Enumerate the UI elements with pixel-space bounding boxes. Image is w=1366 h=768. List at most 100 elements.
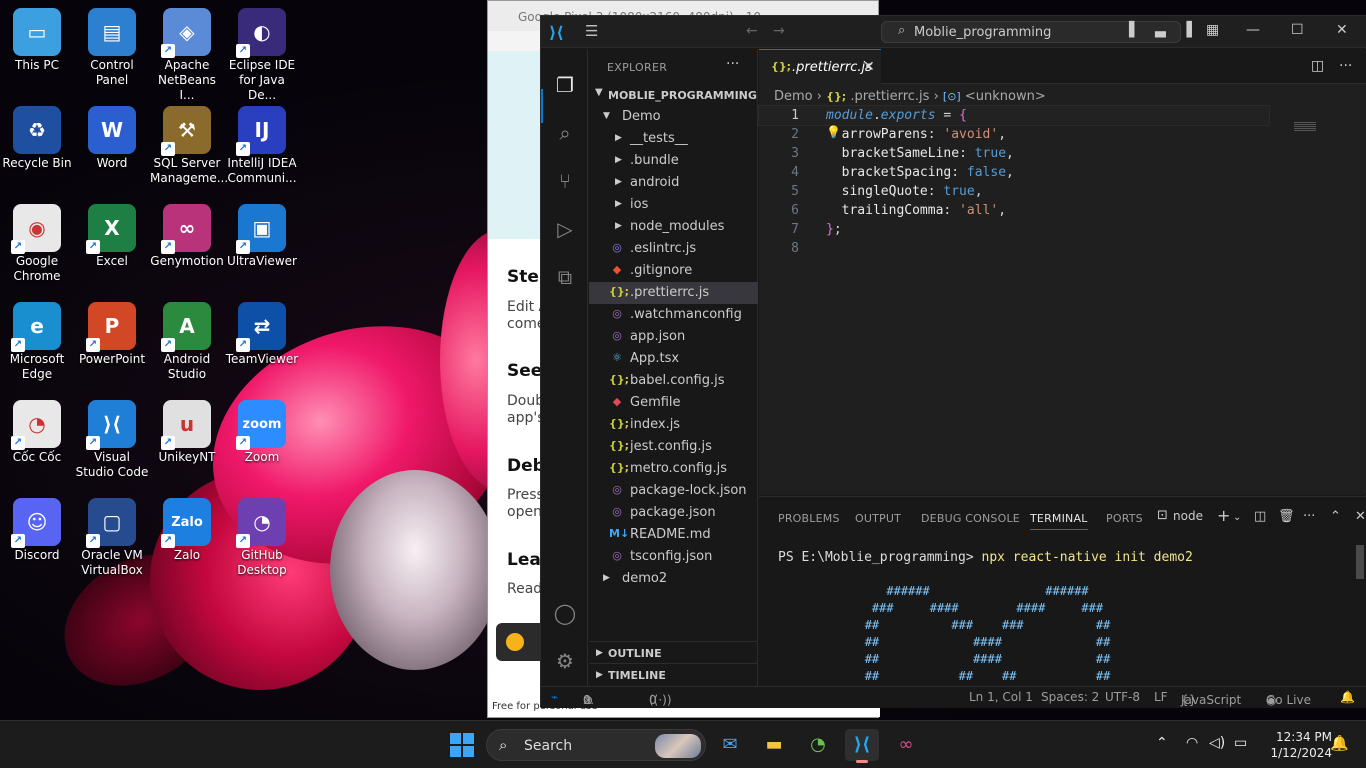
minimize-icon[interactable]: — — [1246, 22, 1260, 38]
wifi-icon[interactable]: ◠ — [1186, 735, 1198, 751]
split-terminal-icon[interactable]: ◫ — [1254, 509, 1266, 524]
project-root[interactable]: ▼ MOBLIE_PROGRAMMING — [589, 84, 758, 106]
notifications-icon[interactable]: 🔔 — [1340, 690, 1355, 704]
desktop-shortcut[interactable]: W Word — [75, 98, 149, 171]
desktop-shortcut[interactable]: ⇄ ↗ TeamViewer — [225, 294, 299, 367]
panel-tab-problems[interactable]: PROBLEMS — [778, 512, 840, 525]
tree-file[interactable]: {}; jest.config.js — [589, 436, 758, 458]
explorer-icon[interactable]: ❐ — [552, 73, 578, 99]
back-arrow-icon[interactable]: ← — [746, 23, 758, 39]
code-line[interactable]: 5 singleQuote: true, — [759, 182, 1366, 201]
outline-section[interactable]: ▶ OUTLINE — [589, 641, 758, 663]
desktop-shortcut[interactable]: ▭ This PC — [0, 0, 74, 73]
close-panel-icon[interactable]: ✕ — [1355, 509, 1366, 524]
menu-icon[interactable]: ☰ — [585, 22, 598, 40]
desktop-shortcut[interactable]: ♻ Recycle Bin — [0, 98, 74, 171]
desktop-shortcut[interactable]: ▣ ↗ UltraViewer — [225, 196, 299, 269]
tree-file[interactable]: {}; index.js — [589, 414, 758, 436]
tree-file[interactable]: {}; .prettierrc.js — [589, 282, 758, 304]
tree-file[interactable]: ◎ .watchmanconfig — [589, 304, 758, 326]
desktop-shortcut[interactable]: X ↗ Excel — [75, 196, 149, 269]
more-actions-icon[interactable]: ··· — [726, 56, 739, 72]
tree-file[interactable]: ◆ .gitignore — [589, 260, 758, 282]
desktop-shortcut[interactable]: ▤ Control Panel — [75, 0, 149, 88]
genymotion-icon[interactable]: ∞ — [889, 729, 923, 761]
toggle-sidebar-icon[interactable]: ▌ — [1129, 22, 1140, 38]
terminal-name[interactable]: node — [1173, 509, 1203, 523]
chevron-down-icon[interactable]: ⌄ — [1233, 512, 1241, 523]
indentation[interactable]: Spaces: 2 — [1041, 690, 1099, 704]
terminal-output[interactable]: PS E:\Moblie_programming> npx react-nati… — [778, 550, 1358, 685]
desktop-shortcut[interactable]: ◈ ↗ Apache NetBeans I... — [150, 0, 224, 103]
maximize-icon[interactable]: ☐ — [1291, 22, 1304, 38]
close-tab-icon[interactable]: ✕ — [863, 59, 875, 75]
maximize-panel-icon[interactable]: ⌃ — [1330, 509, 1341, 524]
taskbar-search[interactable]: ⌕ Search — [486, 729, 706, 761]
terminal-scrollbar[interactable] — [1356, 545, 1364, 579]
code-editor[interactable]: 1 module.exports = {2 arrowParens: 'avoid… — [758, 105, 1366, 258]
customize-layout-icon[interactable]: ▦ — [1206, 22, 1219, 38]
remote-icon[interactable]: ⌁ — [551, 690, 558, 704]
panel-tab-terminal[interactable]: TERMINAL — [1030, 512, 1088, 530]
cursor-position[interactable]: Ln 1, Col 1 — [969, 690, 1033, 704]
desktop-shortcut[interactable]: ◉ ↗ Google Chrome — [0, 196, 74, 284]
desktop-shortcut[interactable]: ▢ ↗ Oracle VM VirtualBox — [75, 490, 149, 578]
new-terminal-icon[interactable]: + — [1217, 506, 1230, 525]
speaker-icon[interactable]: ◁) — [1209, 735, 1225, 751]
account-icon[interactable]: ◯ — [552, 601, 578, 627]
more-actions-icon[interactable]: ··· — [1339, 58, 1352, 74]
close-icon[interactable]: ✕ — [1336, 22, 1348, 38]
panel-tab-debug-console[interactable]: DEBUG CONSOLE — [921, 512, 1020, 525]
desktop-shortcut[interactable]: A ↗ Android Studio — [150, 294, 224, 382]
code-line[interactable]: 3 bracketSameLine: true, — [759, 144, 1366, 163]
toggle-secondary-sidebar-icon[interactable]: ▐ — [1181, 22, 1192, 38]
panel-tab-ports[interactable]: PORTS — [1106, 512, 1143, 525]
panel-tab-output[interactable]: OUTPUT — [855, 512, 901, 525]
desktop-shortcut[interactable]: P ↗ PowerPoint — [75, 294, 149, 367]
line-ending[interactable]: LF — [1154, 690, 1168, 704]
start-button[interactable] — [450, 733, 474, 757]
desktop-shortcut[interactable]: e ↗ Microsoft Edge — [0, 294, 74, 382]
desktop-shortcut[interactable]: ◔ ↗ Cốc Cốc — [0, 392, 74, 465]
code-line[interactable]: 6 trailingComma: 'all', — [759, 201, 1366, 220]
toggle-panel-icon[interactable]: ▃ — [1155, 22, 1166, 38]
desktop-shortcut[interactable]: u ↗ UnikeyNT — [150, 392, 224, 465]
tree-file[interactable]: {}; metro.config.js — [589, 458, 758, 480]
tree-file[interactable]: ◎ package-lock.json — [589, 480, 758, 502]
code-line[interactable]: 2 arrowParens: 'avoid', 💡 — [759, 125, 1366, 144]
desktop-shortcut[interactable]: zoom ↗ Zoom — [225, 392, 299, 465]
notification-bell-icon[interactable]: 🔔 — [1330, 734, 1349, 752]
mail-icon[interactable]: ✉ — [713, 729, 747, 761]
tree-file[interactable]: ◎ tsconfig.json — [589, 546, 758, 568]
desktop-shortcut[interactable]: ⟩⟨ ↗ Visual Studio Code — [75, 392, 149, 480]
tree-file[interactable]: ⚛ App.tsx — [589, 348, 758, 370]
minimap[interactable] — [1294, 122, 1316, 132]
breadcrumb-file[interactable]: .prettierrc.js — [850, 89, 929, 104]
desktop-shortcut[interactable]: ◔ ↗ GitHub Desktop — [225, 490, 299, 578]
tree-folder[interactable]: ▶ node_modules — [589, 216, 758, 238]
desktop-shortcut[interactable]: ∞ ↗ Genymotion — [150, 196, 224, 269]
tree-folder[interactable]: ▼ Demo — [589, 106, 758, 128]
tree-file[interactable]: ◆ Gemfile — [589, 392, 758, 414]
run-debug-icon[interactable]: ▷ — [552, 217, 578, 243]
clock[interactable]: 12:34 PM 1/12/2024 — [1262, 729, 1332, 761]
tree-file[interactable]: {}; babel.config.js — [589, 370, 758, 392]
coccoc-icon[interactable]: ◔ — [801, 729, 835, 761]
breadcrumb-symbol[interactable]: <unknown> — [965, 89, 1046, 104]
editor-area[interactable]: {}; .prettierrc.js ✕ ◫ ··· Demo › {}; .p… — [758, 49, 1366, 495]
extensions-icon[interactable]: ⧉ — [552, 265, 578, 291]
desktop-shortcut[interactable]: ⚒ ↗ SQL Server Manageme... — [150, 98, 228, 186]
tree-file[interactable]: M↓ README.md — [589, 524, 758, 546]
tree-folder[interactable]: ▶ demo2 — [589, 568, 758, 590]
search-icon[interactable]: ⌕ — [552, 121, 578, 147]
tree-file[interactable]: ◎ .eslintrc.js — [589, 238, 758, 260]
tree-file[interactable]: ◎ package.json — [589, 502, 758, 524]
desktop-shortcut[interactable]: Zalo ↗ Zalo — [150, 490, 224, 563]
code-line[interactable]: 4 bracketSpacing: false, — [759, 163, 1366, 182]
file-explorer-icon[interactable]: ▬ — [757, 729, 791, 761]
breadcrumb-folder[interactable]: Demo — [774, 89, 813, 104]
tree-file[interactable]: ◎ app.json — [589, 326, 758, 348]
tree-folder[interactable]: ▶ .bundle — [589, 150, 758, 172]
trash-icon[interactable]: 🗑 — [1278, 509, 1295, 524]
timeline-section[interactable]: ▶ TIMELINE — [589, 663, 758, 685]
